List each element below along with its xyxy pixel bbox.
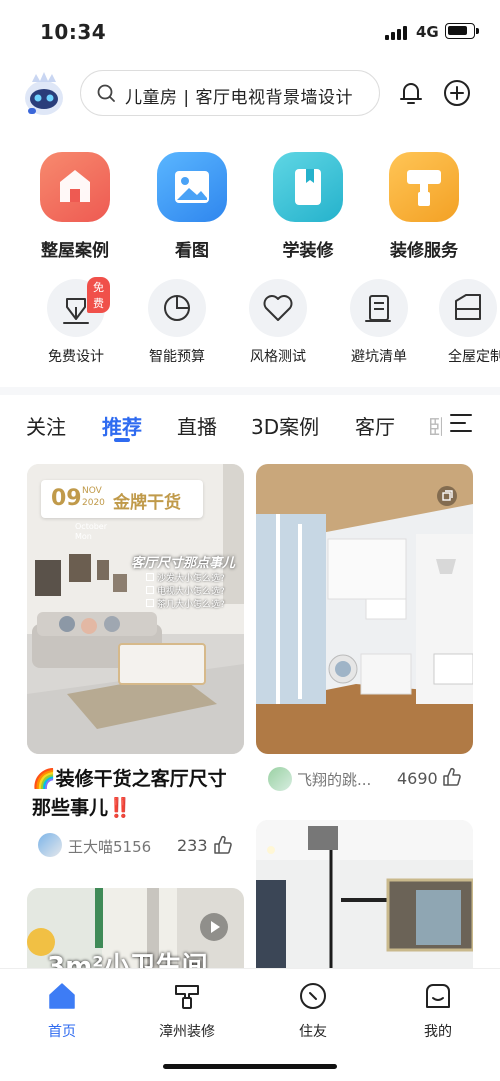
overlay-sub1: October <box>75 522 108 531</box>
overlay-banner: 09 NOV 2020 金牌干货 <box>41 480 203 518</box>
nav-label: 首页 <box>48 1024 76 1040</box>
grid-item-label: 看图 <box>175 241 209 261</box>
service-icon <box>175 985 199 1009</box>
sub-item-label: 避坑清单 <box>351 349 407 365</box>
sub-item-budget[interactable]: 智能预算 <box>132 279 222 366</box>
feed-tabs: 关注 推荐 直播 3D案例 客厅 卧室 <box>0 405 500 449</box>
paint-roller-icon <box>389 152 459 222</box>
menu-icon[interactable] <box>450 413 474 433</box>
heart-icon <box>249 279 307 337</box>
gallery-icon <box>437 486 457 506</box>
image-icon <box>157 152 227 222</box>
overlay-title: 金牌干货 <box>113 493 181 513</box>
nav-home[interactable]: 首页 <box>22 981 102 1041</box>
sub-item-label: 免费设计 <box>48 349 104 365</box>
search-placeholder: 儿童房 | 客厅电视背景墙设计 <box>125 88 354 108</box>
sub-item-free-design[interactable]: 免费 免费设计 <box>31 277 121 366</box>
overlay-year: 2020 <box>82 498 105 508</box>
grid-item-label: 学装修 <box>282 241 334 261</box>
checklist-icon <box>350 279 408 337</box>
profile-icon <box>426 984 450 1008</box>
grid-item-learn[interactable]: 学装修 <box>258 152 358 261</box>
nav-label: 我的 <box>424 1024 452 1040</box>
grid-item-label: 装修服务 <box>390 241 458 261</box>
search-icon <box>97 84 115 102</box>
network-type: 4G <box>416 23 439 41</box>
sub-item-label: 全屋定制 <box>448 349 500 365</box>
nav-friends[interactable]: 住友 <box>273 981 353 1041</box>
friends-icon <box>300 983 326 1009</box>
play-icon[interactable] <box>200 913 228 941</box>
sub-item-label: 风格测试 <box>250 349 306 365</box>
pie-chart-icon <box>148 279 206 337</box>
section-divider <box>0 387 500 395</box>
nav-label: 住友 <box>299 1024 327 1040</box>
overlay-title: 3m²小卫生间 <box>47 952 208 970</box>
signal-icon <box>385 24 411 40</box>
tab-follow[interactable]: 关注 <box>26 411 66 440</box>
tab-recommend[interactable]: 推荐 <box>102 411 142 440</box>
overlay-sub2: Mon <box>75 532 92 541</box>
overlay-heading: 客厅尺寸那点事儿 <box>131 556 236 571</box>
overlay-sub: October Mon <box>75 522 107 542</box>
tab-living-room[interactable]: 客厅 <box>355 411 395 440</box>
grid-item-service[interactable]: 装修服务 <box>374 152 474 261</box>
mascot-avatar-icon[interactable] <box>22 68 66 118</box>
feed-card-image[interactable] <box>256 464 473 754</box>
overlay-item: 沙发大小怎么选? <box>146 573 225 586</box>
home-indicator <box>163 1064 337 1069</box>
folder-icon <box>439 279 497 337</box>
house-icon <box>40 152 110 222</box>
overlay-month: NOV <box>82 486 102 496</box>
overlay-day: 09 <box>51 486 82 511</box>
status-time: 10:34 <box>40 20 107 44</box>
bell-icon[interactable] <box>396 78 426 108</box>
search-bar[interactable]: 儿童房 | 客厅电视背景墙设计 <box>80 70 380 116</box>
card-title[interactable]: 🌈装修干货之客厅尺寸那些事儿‼️ <box>32 765 242 823</box>
author-name[interactable]: 王大喵5156 <box>68 836 151 857</box>
grid-item-photos[interactable]: 看图 <box>142 152 242 261</box>
author-name[interactable]: 飞翔的跳... <box>297 769 371 790</box>
grid-item-whole-house[interactable]: 整屋案例 <box>25 152 125 261</box>
sub-item-custom[interactable]: 全屋定制 <box>435 279 500 366</box>
sub-item-checklist[interactable]: 避坑清单 <box>334 279 424 366</box>
home-icon <box>49 983 75 1009</box>
thumbs-up-icon[interactable] <box>213 835 233 855</box>
overlay-date: NOV 2020 <box>82 485 105 509</box>
feed-card-image[interactable] <box>256 820 473 970</box>
nav-label: 漳州装修 <box>159 1024 215 1040</box>
author-avatar[interactable] <box>268 767 292 791</box>
active-tab-indicator <box>114 438 130 442</box>
thumbs-up-icon[interactable] <box>442 767 462 787</box>
grid-item-label: 整屋案例 <box>41 241 109 261</box>
nav-local-service[interactable]: 漳州装修 <box>147 981 227 1041</box>
pen-nib-icon: 免费 <box>47 277 110 337</box>
battery-icon <box>445 23 479 39</box>
free-badge: 免费 <box>87 277 110 313</box>
like-count: 233 <box>177 836 208 855</box>
status-bar: 10:34 4G <box>0 0 500 62</box>
author-avatar[interactable] <box>38 833 62 857</box>
tab-3d-cases[interactable]: 3D案例 <box>251 411 319 440</box>
sub-item-style-test[interactable]: 风格测试 <box>233 279 323 366</box>
tab-live[interactable]: 直播 <box>177 411 217 440</box>
like-count: 4690 <box>397 769 438 788</box>
tab-bedroom[interactable]: 卧室 <box>428 411 442 440</box>
sub-item-label: 智能预算 <box>149 349 205 365</box>
overlay-item: 茶几大小怎么选? <box>146 599 225 612</box>
feed-card-image[interactable]: 3m²小卫生间 <box>27 888 244 970</box>
nav-profile[interactable]: 我的 <box>398 981 478 1041</box>
overlay-list: 沙发大小怎么选? 电视大小怎么选? 茶几大小怎么选? <box>146 573 225 612</box>
add-icon[interactable] <box>442 78 472 108</box>
overlay-item: 电视大小怎么选? <box>146 586 225 599</box>
feed-card-image[interactable]: 09 NOV 2020 金牌干货 October Mon 客厅尺寸那点事儿 沙发… <box>27 464 244 754</box>
book-icon <box>273 152 343 222</box>
